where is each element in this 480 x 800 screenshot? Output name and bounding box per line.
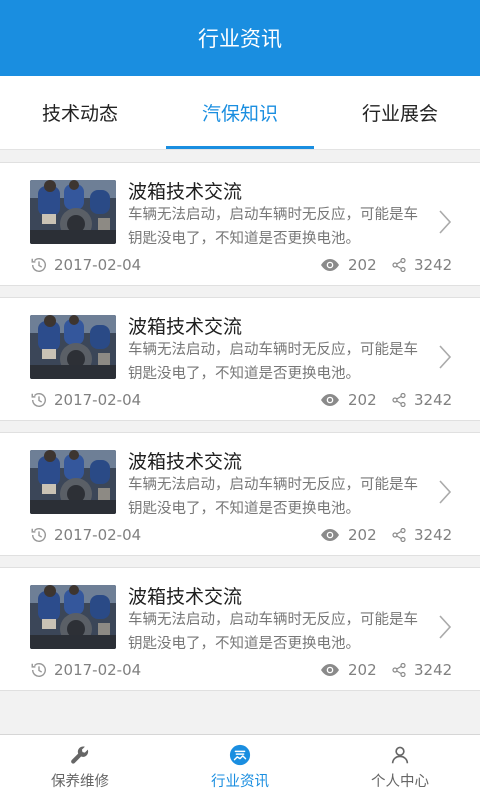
eye-icon	[321, 664, 339, 676]
article-shares[interactable]: 3242	[392, 661, 452, 679]
share-icon	[392, 663, 406, 677]
page-title: 行业资讯	[198, 27, 282, 51]
bottom-nav: 保养维修 行业资讯 个人中心	[0, 734, 480, 800]
article-views: 202	[320, 526, 377, 544]
share-icon	[392, 393, 406, 407]
news-icon	[229, 744, 251, 766]
views-count: 202	[348, 526, 377, 544]
eye-icon	[321, 394, 339, 406]
date-text: 2017-02-04	[54, 661, 142, 679]
article-title: 波箱技术交流	[128, 451, 243, 473]
nav-item-maintenance[interactable]: 保养维修	[0, 735, 160, 800]
clock-history-icon	[31, 258, 46, 273]
article-description: 车辆无法启动，启动车辆时无反应，可能是车钥匙没电了，不知道是否更换电池。	[128, 477, 418, 517]
article-thumbnail	[30, 585, 116, 649]
tab-tech-news[interactable]: 技术动态	[0, 76, 160, 149]
article-date: 2017-02-04	[30, 526, 141, 544]
chevron-right-icon	[438, 209, 452, 239]
article-card[interactable]: 波箱技术交流 车辆无法启动，启动车辆时无反应，可能是车钥匙没电了，不知道是否更换…	[0, 567, 480, 691]
article-title: 波箱技术交流	[128, 316, 243, 338]
chevron-right-icon	[438, 614, 452, 644]
chevron-right-icon	[438, 479, 452, 509]
nav-item-news[interactable]: 行业资讯	[160, 735, 320, 800]
wrench-icon	[71, 746, 89, 764]
article-date: 2017-02-04	[30, 661, 141, 679]
article-shares[interactable]: 3242	[392, 526, 452, 544]
eye-icon	[321, 259, 339, 271]
article-shares[interactable]: 3242	[392, 391, 452, 409]
views-count: 202	[348, 661, 377, 679]
article-views: 202	[320, 391, 377, 409]
article-views: 202	[320, 256, 377, 274]
article-card[interactable]: 波箱技术交流 车辆无法启动，启动车辆时无反应，可能是车钥匙没电了，不知道是否更换…	[0, 162, 480, 286]
nav-item-profile[interactable]: 个人中心	[320, 735, 480, 800]
eye-icon	[321, 529, 339, 541]
article-title: 波箱技术交流	[128, 181, 243, 203]
article-card[interactable]: 波箱技术交流 车辆无法启动，启动车辆时无反应，可能是车钥匙没电了，不知道是否更换…	[0, 297, 480, 421]
shares-count: 3242	[414, 526, 453, 544]
date-text: 2017-02-04	[54, 526, 142, 544]
nav-label-profile: 个人中心	[371, 774, 429, 790]
article-description: 车辆无法启动，启动车辆时无反应，可能是车钥匙没电了，不知道是否更换电池。	[128, 207, 418, 247]
nav-label-maintenance: 保养维修	[51, 774, 109, 790]
tab-exhibitions[interactable]: 行业展会	[320, 76, 480, 149]
date-text: 2017-02-04	[54, 391, 142, 409]
article-shares[interactable]: 3242	[392, 256, 452, 274]
category-tabs: 技术动态 汽保知识 行业展会	[0, 76, 480, 150]
shares-count: 3242	[414, 661, 453, 679]
article-card[interactable]: 波箱技术交流 车辆无法启动，启动车辆时无反应，可能是车钥匙没电了，不知道是否更换…	[0, 432, 480, 556]
article-description: 车辆无法启动，启动车辆时无反应，可能是车钥匙没电了，不知道是否更换电池。	[128, 342, 418, 382]
tab-maintenance-knowledge[interactable]: 汽保知识	[160, 76, 320, 149]
shares-count: 3242	[414, 391, 453, 409]
chevron-right-icon	[438, 344, 452, 374]
share-icon	[392, 258, 406, 272]
article-description: 车辆无法启动，启动车辆时无反应，可能是车钥匙没电了，不知道是否更换电池。	[128, 612, 418, 652]
article-thumbnail	[30, 180, 116, 244]
article-date: 2017-02-04	[30, 391, 141, 409]
date-text: 2017-02-04	[54, 256, 142, 274]
views-count: 202	[348, 391, 377, 409]
clock-history-icon	[31, 393, 46, 408]
nav-label-news: 行业资讯	[211, 774, 269, 790]
views-count: 202	[348, 256, 377, 274]
article-date: 2017-02-04	[30, 256, 141, 274]
shares-count: 3242	[414, 256, 453, 274]
article-thumbnail	[30, 315, 116, 379]
app-header: 行业资讯	[0, 0, 480, 76]
article-thumbnail	[30, 450, 116, 514]
share-icon	[392, 528, 406, 542]
person-icon	[391, 746, 409, 764]
clock-history-icon	[31, 663, 46, 678]
clock-history-icon	[31, 528, 46, 543]
article-title: 波箱技术交流	[128, 586, 243, 608]
article-views: 202	[320, 661, 377, 679]
